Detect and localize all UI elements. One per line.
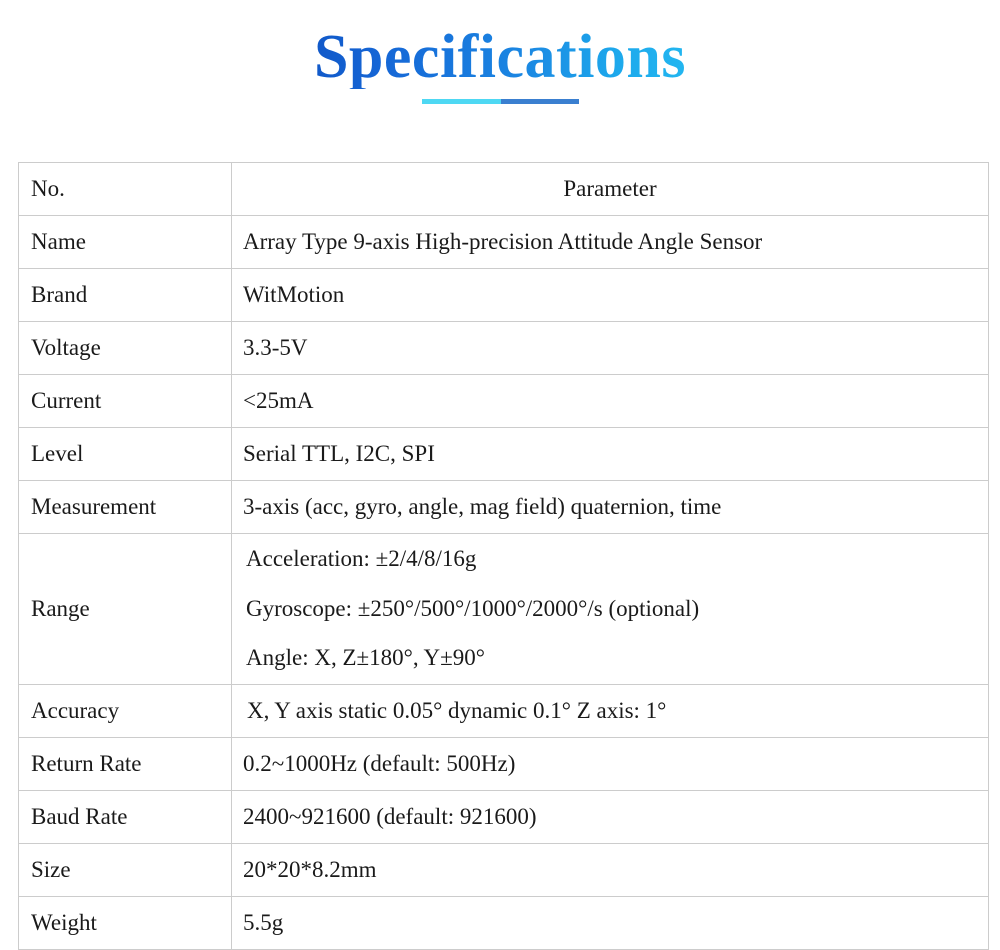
table-row: Baud Rate 2400~921600 (default: 921600) <box>18 790 989 844</box>
row-value-level: Serial TTL, I2C, SPI <box>231 427 989 481</box>
row-value-name: Array Type 9-axis High-precision Attitud… <box>231 215 989 269</box>
column-header-parameter: Parameter <box>231 162 989 216</box>
row-value-voltage: 3.3-5V <box>231 321 989 375</box>
row-label-weight: Weight <box>18 896 232 950</box>
page-header: Specifications <box>0 0 1000 105</box>
table-row: Measurement 3-axis (acc, gyro, angle, ma… <box>18 480 989 534</box>
row-label-level: Level <box>18 427 232 481</box>
row-label-range: Range <box>18 533 232 685</box>
table-row: Accuracy X, Y axis static 0.05° dynamic … <box>18 684 989 738</box>
range-line-acceleration: Acceleration: ±2/4/8/16g <box>246 545 477 571</box>
table-row: Current <25mA <box>18 374 989 428</box>
specifications-page: Specifications No. Parameter Name Array … <box>0 0 1000 950</box>
row-label-brand: Brand <box>18 268 232 322</box>
row-label-return-rate: Return Rate <box>18 737 232 791</box>
row-value-size: 20*20*8.2mm <box>231 843 989 897</box>
table-row: Level Serial TTL, I2C, SPI <box>18 427 989 481</box>
row-value-accuracy: X, Y axis static 0.05° dynamic 0.1° Z ax… <box>231 684 989 738</box>
table-row: Weight 5.5g <box>18 896 989 950</box>
table-row: Size 20*20*8.2mm <box>18 843 989 897</box>
row-label-size: Size <box>18 843 232 897</box>
page-title: Specifications <box>313 23 687 91</box>
row-label-current: Current <box>18 374 232 428</box>
table-header-row: No. Parameter <box>18 162 989 216</box>
title-underline-divider <box>421 99 579 105</box>
row-label-voltage: Voltage <box>18 321 232 375</box>
range-value-lines: Acceleration: ±2/4/8/16g Gyroscope: ±250… <box>246 545 980 673</box>
row-value-return-rate: 0.2~1000Hz (default: 500Hz) <box>231 737 989 791</box>
row-value-range: Acceleration: ±2/4/8/16g Gyroscope: ±250… <box>231 533 989 685</box>
table-row: Range Acceleration: ±2/4/8/16g Gyroscope… <box>18 533 989 685</box>
title-underline-segment-left <box>421 99 501 105</box>
row-value-brand: WitMotion <box>231 268 989 322</box>
row-label-name: Name <box>18 215 232 269</box>
column-header-no: No. <box>18 162 232 216</box>
row-label-accuracy: Accuracy <box>18 684 232 738</box>
table-row: Brand WitMotion <box>18 268 989 322</box>
row-value-weight: 5.5g <box>231 896 989 950</box>
range-line-gyroscope: Gyroscope: ±250°/500°/1000°/2000°/s (opt… <box>246 595 700 621</box>
table-row: Voltage 3.3-5V <box>18 321 989 375</box>
row-value-measurement: 3-axis (acc, gyro, angle, mag field) qua… <box>231 480 989 534</box>
range-line-angle: Angle: X, Z±180°, Y±90° <box>246 645 485 671</box>
table-row: Return Rate 0.2~1000Hz (default: 500Hz) <box>18 737 989 791</box>
row-label-measurement: Measurement <box>18 480 232 534</box>
title-underline-segment-right <box>500 99 579 105</box>
row-value-current: <25mA <box>231 374 989 428</box>
specifications-table-container: No. Parameter Name Array Type 9-axis Hig… <box>18 162 989 950</box>
row-label-baud-rate: Baud Rate <box>18 790 232 844</box>
table-row: Name Array Type 9-axis High-precision At… <box>18 215 989 269</box>
specifications-table: No. Parameter Name Array Type 9-axis Hig… <box>18 162 989 950</box>
row-value-baud-rate: 2400~921600 (default: 921600) <box>231 790 989 844</box>
